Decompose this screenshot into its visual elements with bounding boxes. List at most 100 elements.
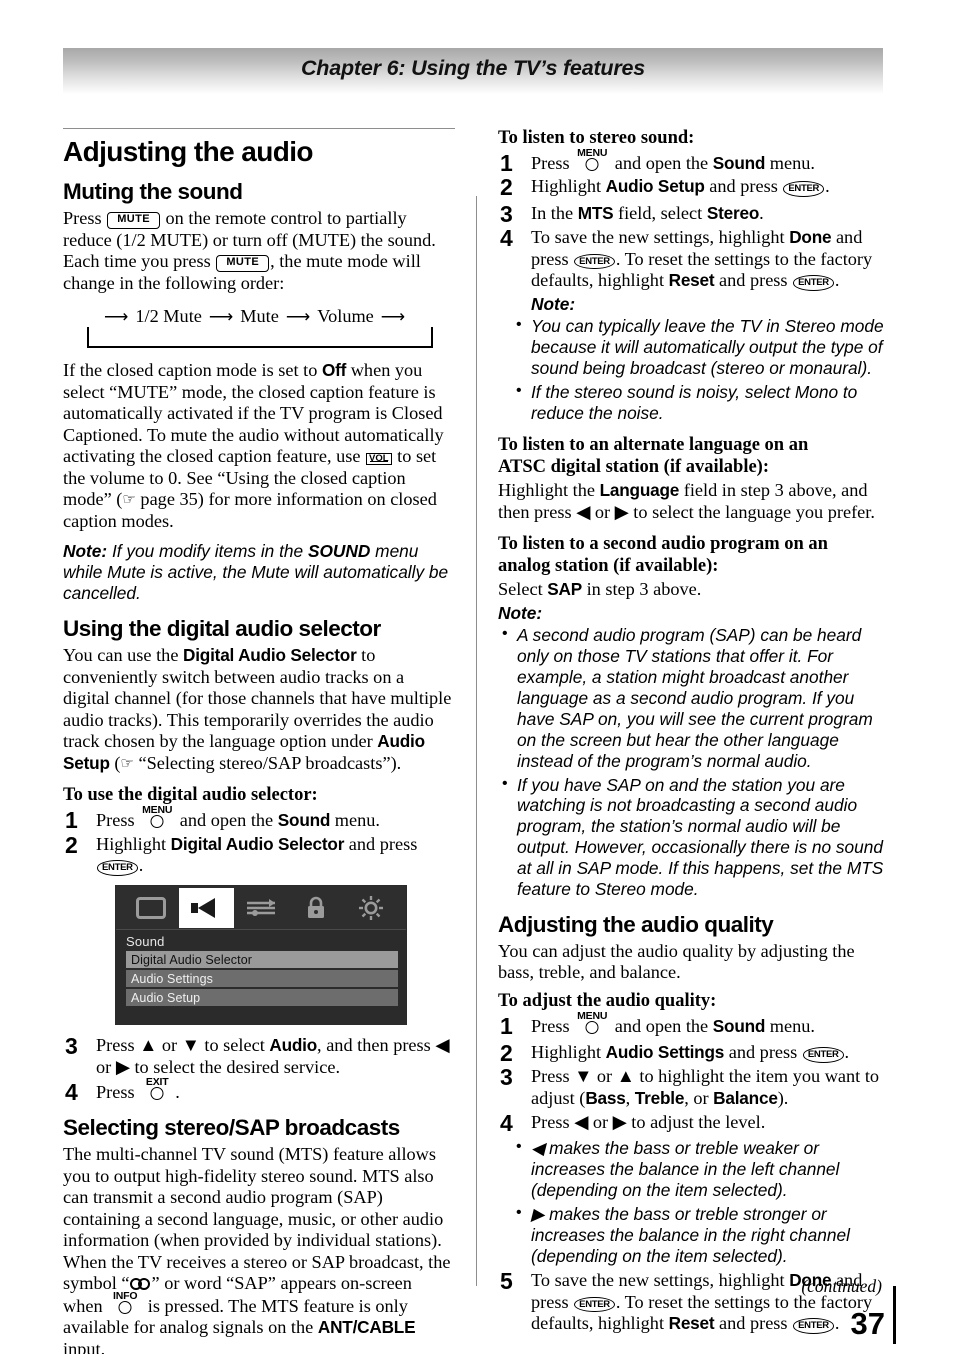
menu-button-icon: MENU [575,1011,609,1035]
bold-term-mts: MTS [577,203,614,224]
arrow-right-icon: ⟶ [380,307,406,327]
stereo-symbol-icon [129,1278,152,1291]
task-heading-listen-stereo: To listen to stereo sound: [498,128,695,148]
bold-term-sound: Sound [277,809,331,830]
bold-term-audio-settings: Audio Settings [605,1042,725,1063]
exit-button-icon: EXIT [140,1077,174,1101]
bold-term-mts: MTS [846,858,884,879]
mute-cycle-item: 1/2 Mute [135,306,202,327]
column-divider [476,196,477,1286]
task-heading-alternate-language: To listen to an alternate language on an… [498,434,809,477]
heading-adjusting-audio-quality: Adjusting the audio quality [498,912,774,938]
right-column: To listen to stereo sound: 1 Press MENU … [498,128,890,1337]
step-item: 1 Press MENU and open the Sound menu. [65,803,380,833]
page-edge-bar [893,1286,896,1344]
section-rule [63,128,455,129]
enter-button-icon: ENTER [793,275,834,291]
arrow-down-icon: ▼ [181,1035,200,1056]
arrow-right-icon: ⟶ [208,307,234,327]
mute-cycle-item: Volume [317,306,374,327]
picture-icon[interactable] [124,888,179,928]
sap-note-list: A second audio program (SAP) can be hear… [498,624,890,901]
step-number: 5 [500,1267,513,1294]
step-number: 1 [500,1012,513,1039]
arrow-right-icon: ⟶ [285,307,311,327]
note-bullet: If you have SAP on and the station you a… [498,774,890,901]
task-heading-adjust-audio-quality: To adjust the audio quality: [498,990,717,1011]
arrow-right-icon: ▶ [614,501,629,522]
arrow-left-icon: ◀ [574,1111,589,1132]
mute-key-icon: MUTE [216,255,270,272]
osd-row-digital-audio-selector[interactable]: Digital Audio Selector [126,951,398,969]
mute-cycle-item: Mute [240,306,279,327]
brightness-icon[interactable] [343,888,398,928]
selector-steps: 1 Press MENU and open the Sound menu. 2 … [63,803,455,877]
step-item: 2 Highlight Audio Setup and press ENTER. [500,174,830,201]
note-label: Note: [531,294,576,315]
bold-term-sap: SAP [547,579,582,600]
audio-quality-bullets: ◀ makes the bass or treble weaker or inc… [498,1137,890,1267]
settings-icon[interactable] [234,888,289,928]
bold-term-ant-cable: ANT/CABLE [317,1317,416,1338]
note-bullet: ◀ makes the bass or treble weaker or inc… [498,1137,890,1201]
bold-term-sound-menu: SOUND [307,541,371,562]
bold-term-off: Off [321,360,347,381]
osd-row-audio-setup[interactable]: Audio Setup [126,989,398,1007]
step-item: 4 Press EXIT. [65,1075,180,1105]
step-number: 4 [500,224,513,251]
heading-muting-the-sound: Muting the sound [63,179,243,205]
page-number: 37 [850,1306,885,1341]
vol-key-icon: VOL [366,453,392,465]
step-item: 2 Highlight Digital Audio Selector and p… [65,831,418,876]
task-heading-second-audio-program: To listen to a second audio program on a… [498,534,828,576]
continued-label: (continued) [801,1276,882,1296]
stereo-sap-paragraph: The multi-channel TV sound (MTS) feature… [63,1144,451,1354]
osd-menu-rows: Digital Audio Selector Audio Settings Au… [116,951,406,1007]
bold-term-bass: Bass [585,1087,626,1108]
sound-icon[interactable] [178,887,234,928]
bold-term-reset: Reset [668,1313,715,1334]
step-item: 4 To save the new settings, highlight Do… [500,224,873,291]
note-label: Note: [498,602,543,623]
enter-button-icon: ENTER [574,253,615,270]
step-item: 1 Press MENU and open the Sound menu. [500,146,815,176]
menu-button-icon: MENU [575,148,609,172]
step-number: 3 [500,1064,513,1091]
arrow-up-icon: ▲ [616,1066,635,1087]
sap-note-label-wrap: Note: [498,603,890,624]
chapter-title: Chapter 6: Using the TV’s features [300,55,646,80]
audio-quality-intro: You can adjust the audio quality by adju… [498,940,855,983]
arrow-right-icon: ▶ [115,1056,130,1077]
step-item: 2 Highlight Audio Settings and press ENT… [500,1040,850,1067]
step-number: 3 [65,1033,78,1060]
lock-icon[interactable] [288,888,343,928]
task-heading-use-digital-audio-selector: To use the digital audio selector: [63,785,318,806]
tv-osd-screenshot: Sound Digital Audio Selector Audio Setti… [115,885,407,1026]
note-bullet: You can typically leave the TV in Stereo… [498,315,890,379]
mute-cycle-diagram: ⟶ 1/2 Mute ⟶ Mute ⟶ Volume ⟶ [81,306,433,350]
bold-term-digital-audio-selector: Digital Audio Selector [170,833,345,854]
pointing-hand-icon: ☞ [122,492,136,509]
stereo-steps: 1 Press MENU and open the Sound menu. 2 … [498,146,890,293]
enter-button-icon: ENTER [574,1296,615,1313]
note-label: Note: [63,541,108,562]
bold-term-balance: Balance [713,1087,778,1108]
step-item: 3 Press ▼ or ▲ to highlight the item you… [500,1064,880,1108]
heading-selecting-stereo-sap: Selecting stereo/SAP broadcasts [63,1115,400,1141]
bold-term-treble: Treble [634,1087,685,1108]
bold-term-done: Done [789,226,832,247]
arrow-up-icon: ▲ [139,1035,158,1056]
bold-term-sap: SAP [576,858,611,879]
bold-term-reset: Reset [668,270,715,291]
bold-term-sound: Sound [712,1015,766,1036]
note-bullet: ▶ makes the bass or treble stronger or i… [498,1203,890,1267]
menu-button-icon: MENU [140,805,174,829]
osd-row-audio-settings[interactable]: Audio Settings [126,970,398,988]
arrow-down-icon: ▼ [574,1066,593,1087]
arrow-right-icon: ▶ [612,1111,627,1132]
pointing-hand-icon: ☞ [120,755,134,772]
selector-paragraph: You can use the Digital Audio Selector t… [63,645,452,773]
bold-term-language: Language [599,480,680,501]
step-number: 4 [500,1109,513,1136]
chapter-header: Chapter 6: Using the TV’s features [63,48,883,94]
